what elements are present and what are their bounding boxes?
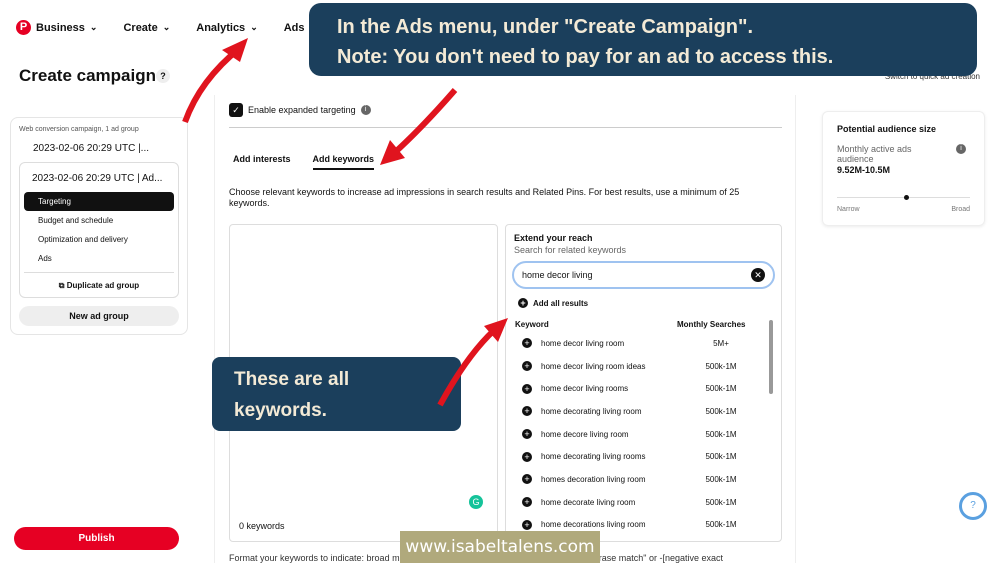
watermark: www.isabeltalens.com	[400, 531, 600, 563]
help-chat-icon[interactable]: ?	[959, 492, 987, 520]
red-arrows	[182, 38, 508, 407]
